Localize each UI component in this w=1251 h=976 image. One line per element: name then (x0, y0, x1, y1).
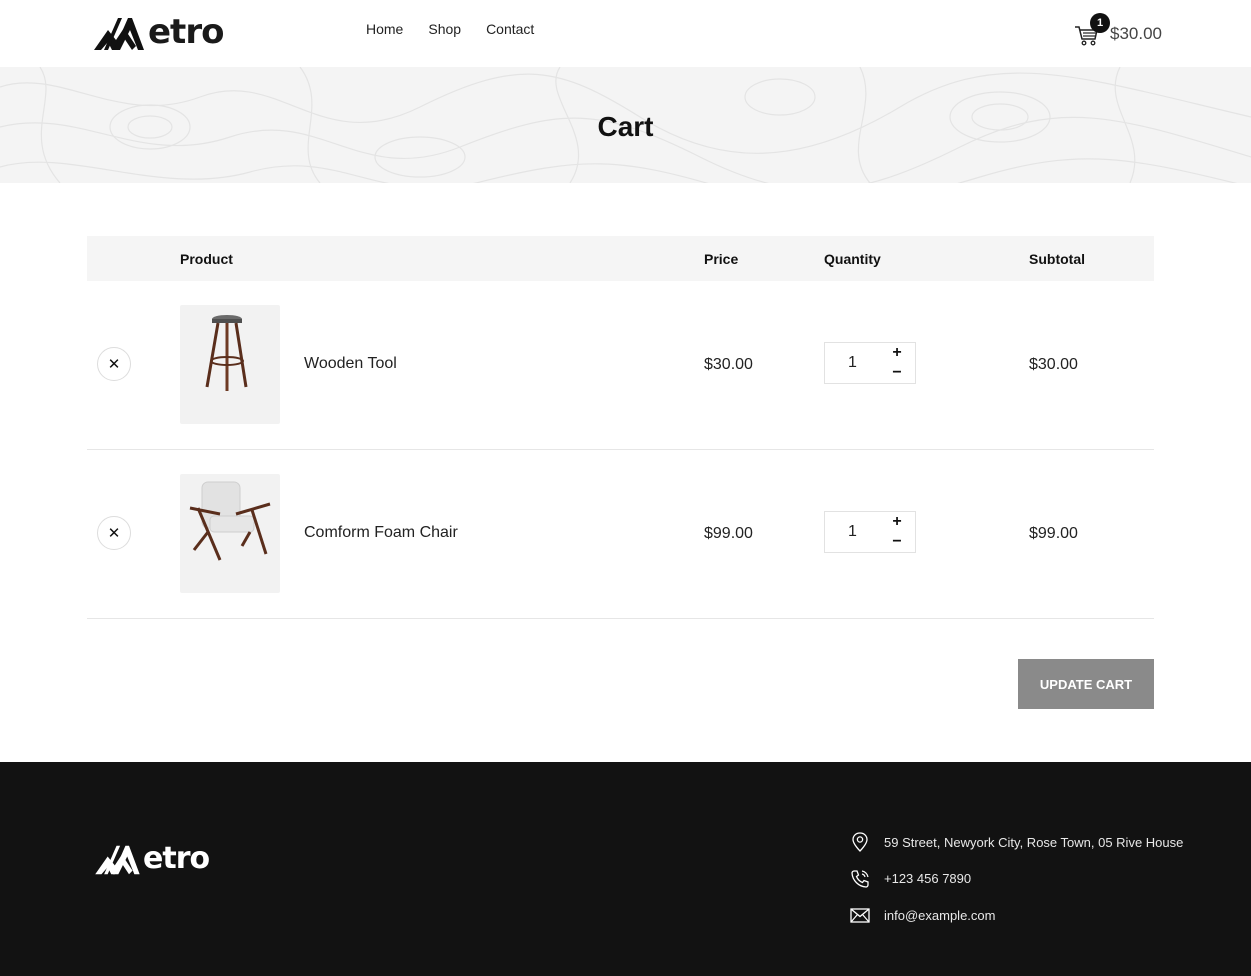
row-subtotal: $30.00 (1029, 356, 1078, 373)
nav-contact[interactable]: Contact (486, 21, 534, 37)
site-logo[interactable]: etro (94, 12, 224, 52)
site-header: etro Home Shop Contact 1 $30.00 (0, 0, 1251, 67)
bar-stool-image (205, 315, 248, 391)
product-name[interactable]: Comform Foam Chair (304, 524, 458, 542)
lounge-chair-image (189, 481, 271, 561)
footer-logo[interactable]: etro (95, 841, 210, 876)
product-price: $99.00 (704, 525, 753, 542)
header-quantity: Quantity (824, 251, 881, 267)
cart-table-header: Product Price Quantity Subtotal (87, 236, 1154, 281)
phone-text: +123 456 7890 (884, 871, 972, 887)
page-title: Cart (597, 111, 654, 142)
cart-row: ✕ Comform Foam Chair $99.00 + − $99.00 (87, 450, 1154, 619)
header-subtotal: Subtotal (1029, 251, 1085, 267)
header-cart[interactable]: 1 $30.00 (1074, 12, 1162, 48)
cart-icon[interactable]: 1 (1074, 13, 1110, 46)
logo-mark-icon (94, 18, 144, 50)
product-name[interactable]: Wooden Tool (304, 355, 397, 373)
header-price: Price (704, 251, 739, 267)
quantity-stepper: + − (824, 511, 916, 553)
product-thumbnail[interactable] (180, 305, 280, 424)
header-product: Product (180, 251, 233, 267)
row-subtotal: $99.00 (1029, 525, 1078, 542)
remove-item-button[interactable]: ✕ (97, 347, 131, 381)
logo-mark-icon (95, 845, 140, 875)
main-nav: Home Shop Contact (366, 21, 534, 37)
footer-contact: 59 Street, Newyork City, Rose Town, 05 R… (849, 824, 1183, 934)
quantity-input[interactable] (825, 343, 880, 383)
cart-row: ✕ Wooden Tool $30.00 + − $30.00 (87, 281, 1154, 450)
cart-total: $30.00 (1110, 24, 1162, 43)
product-thumbnail[interactable] (180, 474, 280, 593)
cart-count-badge: 1 (1090, 13, 1110, 33)
page-banner: Cart (0, 67, 1251, 183)
product-price: $30.00 (704, 356, 753, 373)
cart-table: Product Price Quantity Subtotal ✕ Wooden… (87, 236, 1154, 619)
quantity-stepper: + − (824, 342, 916, 384)
footer-phone[interactable]: +123 456 7890 (849, 861, 1183, 898)
quantity-increase-button[interactable]: + (887, 513, 907, 531)
update-cart-button[interactable]: Update Cart (1018, 659, 1154, 709)
quantity-decrease-button[interactable]: − (887, 364, 907, 382)
envelope-icon (850, 908, 870, 923)
footer-email[interactable]: info@example.com (849, 897, 1183, 934)
footer-address: 59 Street, Newyork City, Rose Town, 05 R… (849, 824, 1183, 861)
quantity-increase-button[interactable]: + (887, 344, 907, 362)
quantity-decrease-button[interactable]: − (887, 533, 907, 551)
logo-text: etro (148, 12, 224, 52)
quantity-input[interactable] (825, 512, 880, 552)
phone-icon (851, 870, 869, 888)
site-footer: etro 59 Street, Newyork City, Rose Town,… (0, 762, 1251, 976)
location-pin-icon (852, 832, 868, 853)
logo-text: etro (143, 841, 210, 876)
nav-home[interactable]: Home (366, 21, 403, 37)
address-text: 59 Street, Newyork City, Rose Town, 05 R… (884, 834, 1184, 850)
nav-shop[interactable]: Shop (428, 21, 461, 37)
email-text: info@example.com (884, 907, 996, 923)
remove-item-button[interactable]: ✕ (97, 516, 131, 550)
